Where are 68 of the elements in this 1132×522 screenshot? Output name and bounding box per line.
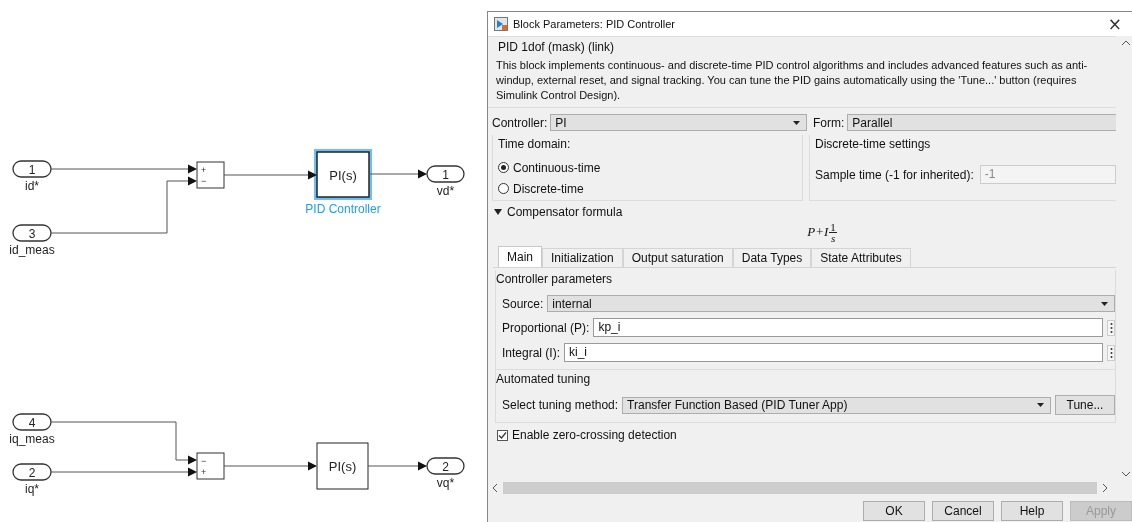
block-type-title: PID 1dof (mask) (link) (488, 36, 1116, 54)
field-label: Controller: (492, 115, 548, 130)
tune-button[interactable]: Tune... (1055, 395, 1115, 415)
inport-block: 3 (12, 224, 52, 242)
group-title: Controller parameters (496, 271, 614, 288)
section-toggle[interactable]: Compensator formula (507, 205, 623, 219)
expanded-icon[interactable] (494, 209, 502, 215)
port-label: vd* (436, 184, 455, 198)
sum-block: + − (196, 161, 225, 189)
field-label: Sample time (-1 for inherited): (815, 167, 974, 182)
radio-button[interactable] (498, 183, 509, 194)
scroll-thumb[interactable] (503, 482, 1097, 494)
outport-block: 2 (426, 457, 465, 475)
dialog-button[interactable]: OK (863, 501, 925, 521)
tuning-method-dropdown[interactable]: Transfer Function Based (PID Tuner App) (622, 396, 1051, 414)
pid-block[interactable]: PI(s) (316, 442, 369, 490)
group-title: Automated tuning (496, 371, 592, 388)
outport-block: 1 (426, 165, 465, 183)
block-description: This block implements continuous- and discrete-time PID control algorithms and includes advanced features such as anti-windup, external reset, and signal tracking. You can tune the PID gains automatically using the 'Tune...' button (requires Simulink Control Design). (488, 54, 1116, 108)
group-title: Time domain: (498, 136, 572, 153)
scroll-down-icon[interactable] (1121, 471, 1131, 477)
caret-icon (793, 120, 800, 125)
checkbox[interactable] (497, 429, 508, 441)
radio-label[interactable]: Continuous-time (513, 160, 601, 175)
controller-dropdown[interactable]: PI (550, 114, 807, 131)
radio-button[interactable] (498, 162, 509, 173)
field-label: Proportional (P): (502, 320, 590, 335)
signal-line (368, 169, 427, 179)
block-label: PID Controller (305, 202, 381, 216)
scroll-left-icon[interactable] (492, 483, 498, 493)
port-label: iq_meas (9, 432, 55, 446)
tab[interactable]: Data Types (732, 248, 812, 267)
app-icon (494, 17, 508, 31)
inport-block: 4 (12, 413, 52, 431)
inport-block: 2 (12, 463, 52, 481)
text-field[interactable]: kp_i (593, 318, 1103, 337)
dialog-button[interactable]: Cancel (932, 501, 994, 521)
port-label: vq* (436, 476, 455, 490)
form-dropdown[interactable]: Parallel (847, 114, 1116, 131)
pid-block[interactable]: PI(s) (314, 149, 372, 200)
window-title: Block Parameters: PID Controller (513, 18, 676, 30)
tab[interactable]: Output saturation (622, 248, 733, 267)
scroll-up-icon[interactable] (1121, 40, 1131, 46)
field-label: Source: (502, 296, 544, 311)
caret-icon (1037, 403, 1044, 407)
field-label: Form: (813, 115, 845, 130)
more-options-icon[interactable] (1107, 319, 1115, 336)
signal-line (367, 461, 427, 471)
port-label: id_meas (9, 243, 55, 257)
radio-label[interactable]: Discrete-time (513, 181, 584, 196)
source-dropdown[interactable]: internal (547, 295, 1115, 312)
dialog-button[interactable]: Help (1001, 501, 1063, 521)
field-label: Integral (I): (502, 345, 561, 360)
port-label: id* (25, 179, 39, 193)
port-label: iq* (25, 482, 39, 496)
caret-icon (1101, 301, 1108, 306)
scroll-right-icon[interactable] (1102, 483, 1108, 493)
sum-block: − + (196, 452, 225, 480)
close-button[interactable]: × (1097, 14, 1132, 34)
group-title: Discrete-time settings (815, 136, 932, 153)
checkbox-label[interactable]: Enable zero-crossing detection (512, 428, 677, 442)
tab[interactable]: Main (498, 246, 542, 267)
text-field[interactable]: ki_i (564, 343, 1103, 362)
inport-block: 1 (12, 160, 52, 178)
tab[interactable]: Initialization (542, 248, 623, 267)
more-options-icon[interactable] (1107, 344, 1115, 361)
tab[interactable]: State Attributes (811, 248, 911, 267)
field-label: Select tuning method: (502, 398, 619, 412)
